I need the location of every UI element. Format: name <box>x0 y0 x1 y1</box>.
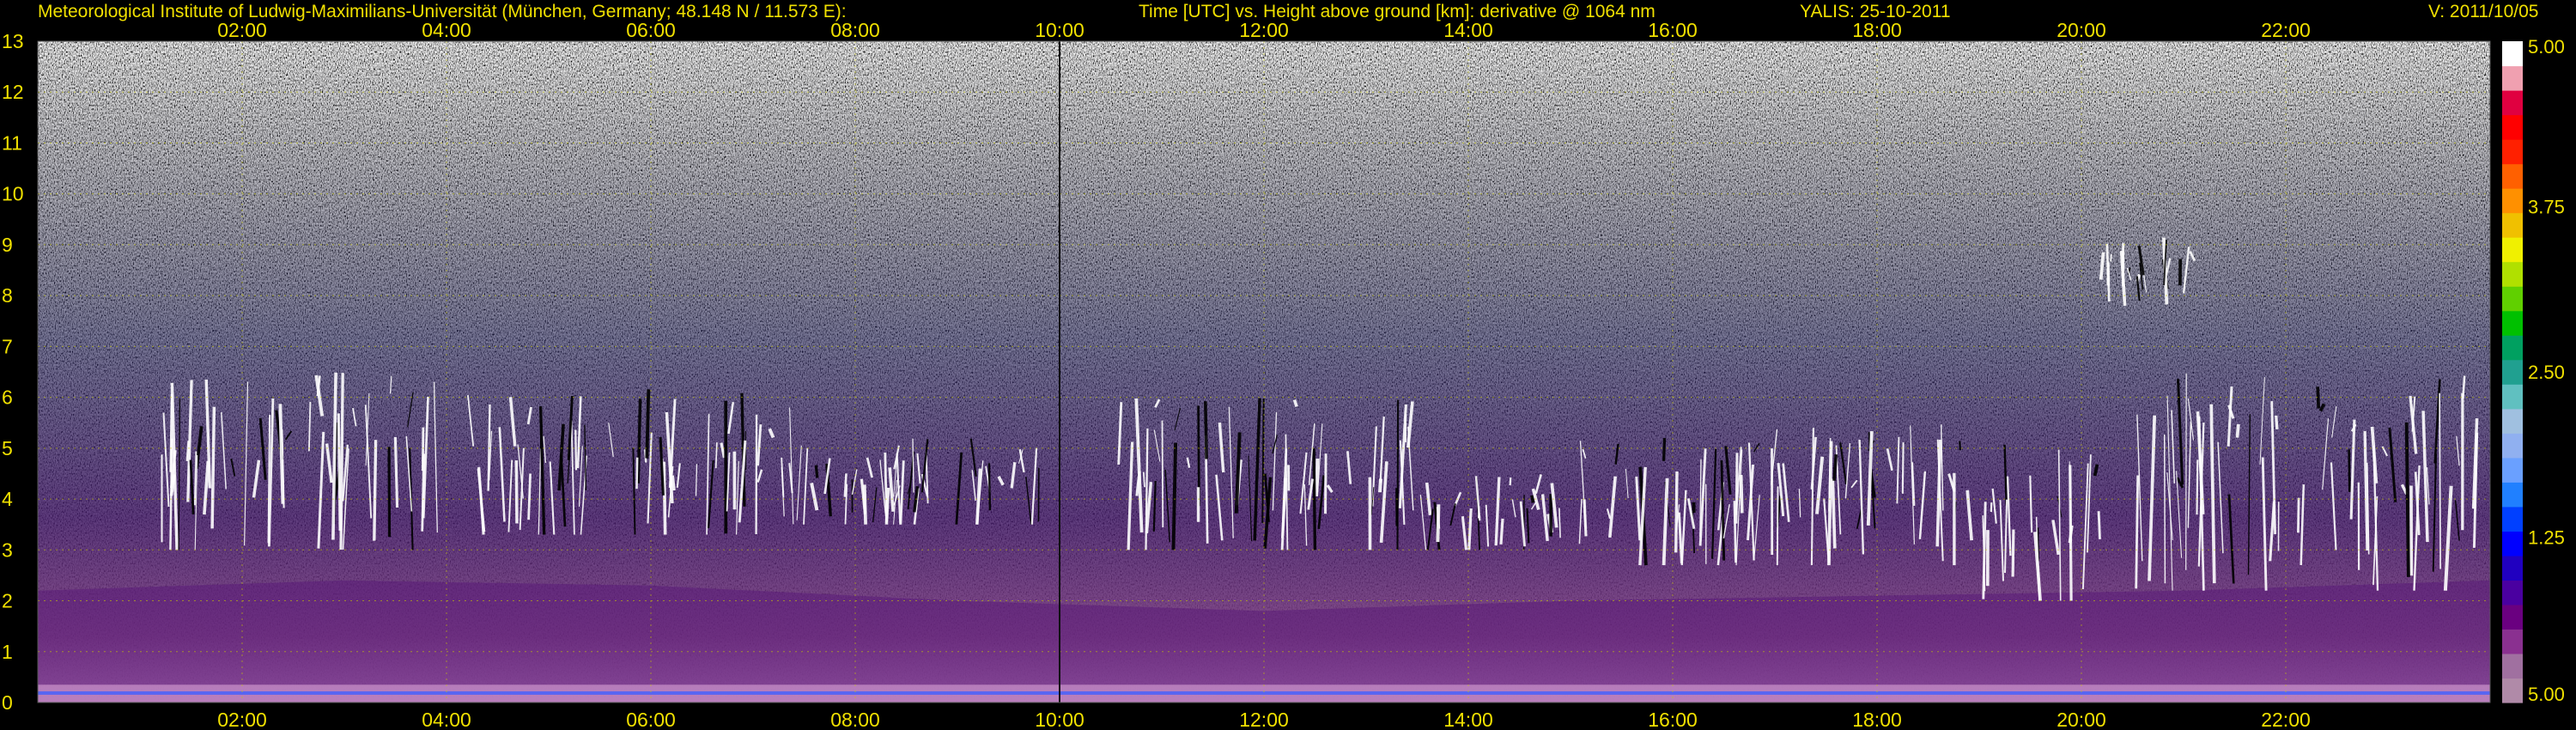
colorbar-segment <box>2502 433 2523 459</box>
colorbar-tick-label: 1.25 <box>2528 527 2565 549</box>
x-tick-label: 04:00 <box>422 709 471 730</box>
y-tick-label: 10 <box>2 183 24 205</box>
x-axis-bottom: 02:00 04:00 06:00 08:00 10:00 12:00 14:00 16:00… <box>217 709 2311 730</box>
y-axis: 012345678910111213 <box>2 30 24 714</box>
y-tick-label: 12 <box>2 81 24 103</box>
colorbar-segment <box>2502 310 2523 336</box>
header-plot-description: Time [UTC] vs. Height above ground [km]:… <box>1139 2 1656 21</box>
colorbar-segment <box>2502 408 2523 434</box>
colorbar-segment <box>2502 678 2523 703</box>
colorbar-segment <box>2502 212 2523 238</box>
colorbar-segment <box>2502 580 2523 605</box>
colorbar-segment <box>2502 531 2523 557</box>
colorbar-segment <box>2502 188 2523 214</box>
x-tick-label: 08:00 <box>830 709 880 730</box>
lidar-figure: Meteorological Institute of Ludwig-Maxim… <box>2 2 2565 730</box>
colorbar-segment <box>2502 654 2523 679</box>
colorbar-segment <box>2502 114 2523 140</box>
y-tick-label: 3 <box>2 538 13 561</box>
x-tick-label: 02:00 <box>217 709 267 730</box>
y-tick-label: 11 <box>2 132 22 155</box>
x-tick-label: 20:00 <box>2057 19 2106 41</box>
y-tick-label: 1 <box>2 641 13 663</box>
colorbar-segment <box>2502 237 2523 263</box>
colorbar-segment <box>2502 90 2523 116</box>
colorbar-segment <box>2502 629 2523 654</box>
y-tick-label: 9 <box>2 234 13 256</box>
x-tick-label: 22:00 <box>2261 19 2311 41</box>
colorbar-segment <box>2502 604 2523 630</box>
x-tick-label: 20:00 <box>2057 709 2106 730</box>
colorbar-segment <box>2502 139 2523 165</box>
colorbar-segment <box>2502 555 2523 581</box>
x-tick-label: 12:00 <box>1239 709 1289 730</box>
x-tick-label: 18:00 <box>1852 709 1902 730</box>
colorbar-segment <box>2502 163 2523 189</box>
x-tick-label: 04:00 <box>422 19 471 41</box>
colorbar-tick-label: 2.50 <box>2528 362 2565 383</box>
colorbar-segment <box>2502 65 2523 91</box>
colorbar-segment <box>2502 41 2523 67</box>
colorbar-segment <box>2502 261 2523 287</box>
y-tick-label: 4 <box>2 488 13 510</box>
plot-area <box>38 41 2490 703</box>
x-tick-label: 10:00 <box>1035 709 1084 730</box>
x-tick-label: 06:00 <box>626 19 676 41</box>
x-tick-label: 06:00 <box>626 709 676 730</box>
x-tick-label: 16:00 <box>1648 19 1698 41</box>
colorbar-tick-label: 5.00 <box>2528 36 2565 58</box>
colorbar-tick-label: 3.75 <box>2528 197 2565 218</box>
y-tick-label: 7 <box>2 335 13 357</box>
x-tick-label: 14:00 <box>1443 709 1493 730</box>
y-tick-label: 2 <box>2 590 13 612</box>
y-tick-label: 8 <box>2 284 13 307</box>
colorbar: 5.00 3.75 2.50 1.25 5.00 <box>2502 36 2565 705</box>
colorbar-segment <box>2502 457 2523 483</box>
x-axis-top: 02:00 04:00 06:00 08:00 10:00 12:00 14:00 16:00… <box>217 19 2311 41</box>
colorbar-segment <box>2502 359 2523 385</box>
x-tick-label: 18:00 <box>1852 19 1902 41</box>
x-tick-label: 16:00 <box>1648 709 1698 730</box>
colorbar-segment <box>2502 286 2523 312</box>
x-tick-label: 02:00 <box>217 19 267 41</box>
x-tick-label: 08:00 <box>830 19 880 41</box>
x-tick-label: 10:00 <box>1035 19 1084 41</box>
header-version: V: 2011/10/05 <box>2428 2 2538 21</box>
colorbar-segment <box>2502 335 2523 361</box>
colorbar-tick-label: 5.00 <box>2528 684 2565 705</box>
x-tick-label: 12:00 <box>1239 19 1289 41</box>
colorbar-segment <box>2502 384 2523 410</box>
y-tick-label: 5 <box>2 437 13 459</box>
colorbar-segment <box>2502 482 2523 508</box>
y-tick-label: 6 <box>2 386 13 409</box>
x-tick-label: 22:00 <box>2261 709 2311 730</box>
y-tick-label: 13 <box>2 30 24 52</box>
colorbar-segment <box>2502 506 2523 532</box>
x-tick-label: 14:00 <box>1443 19 1493 41</box>
y-tick-label: 0 <box>2 691 13 714</box>
